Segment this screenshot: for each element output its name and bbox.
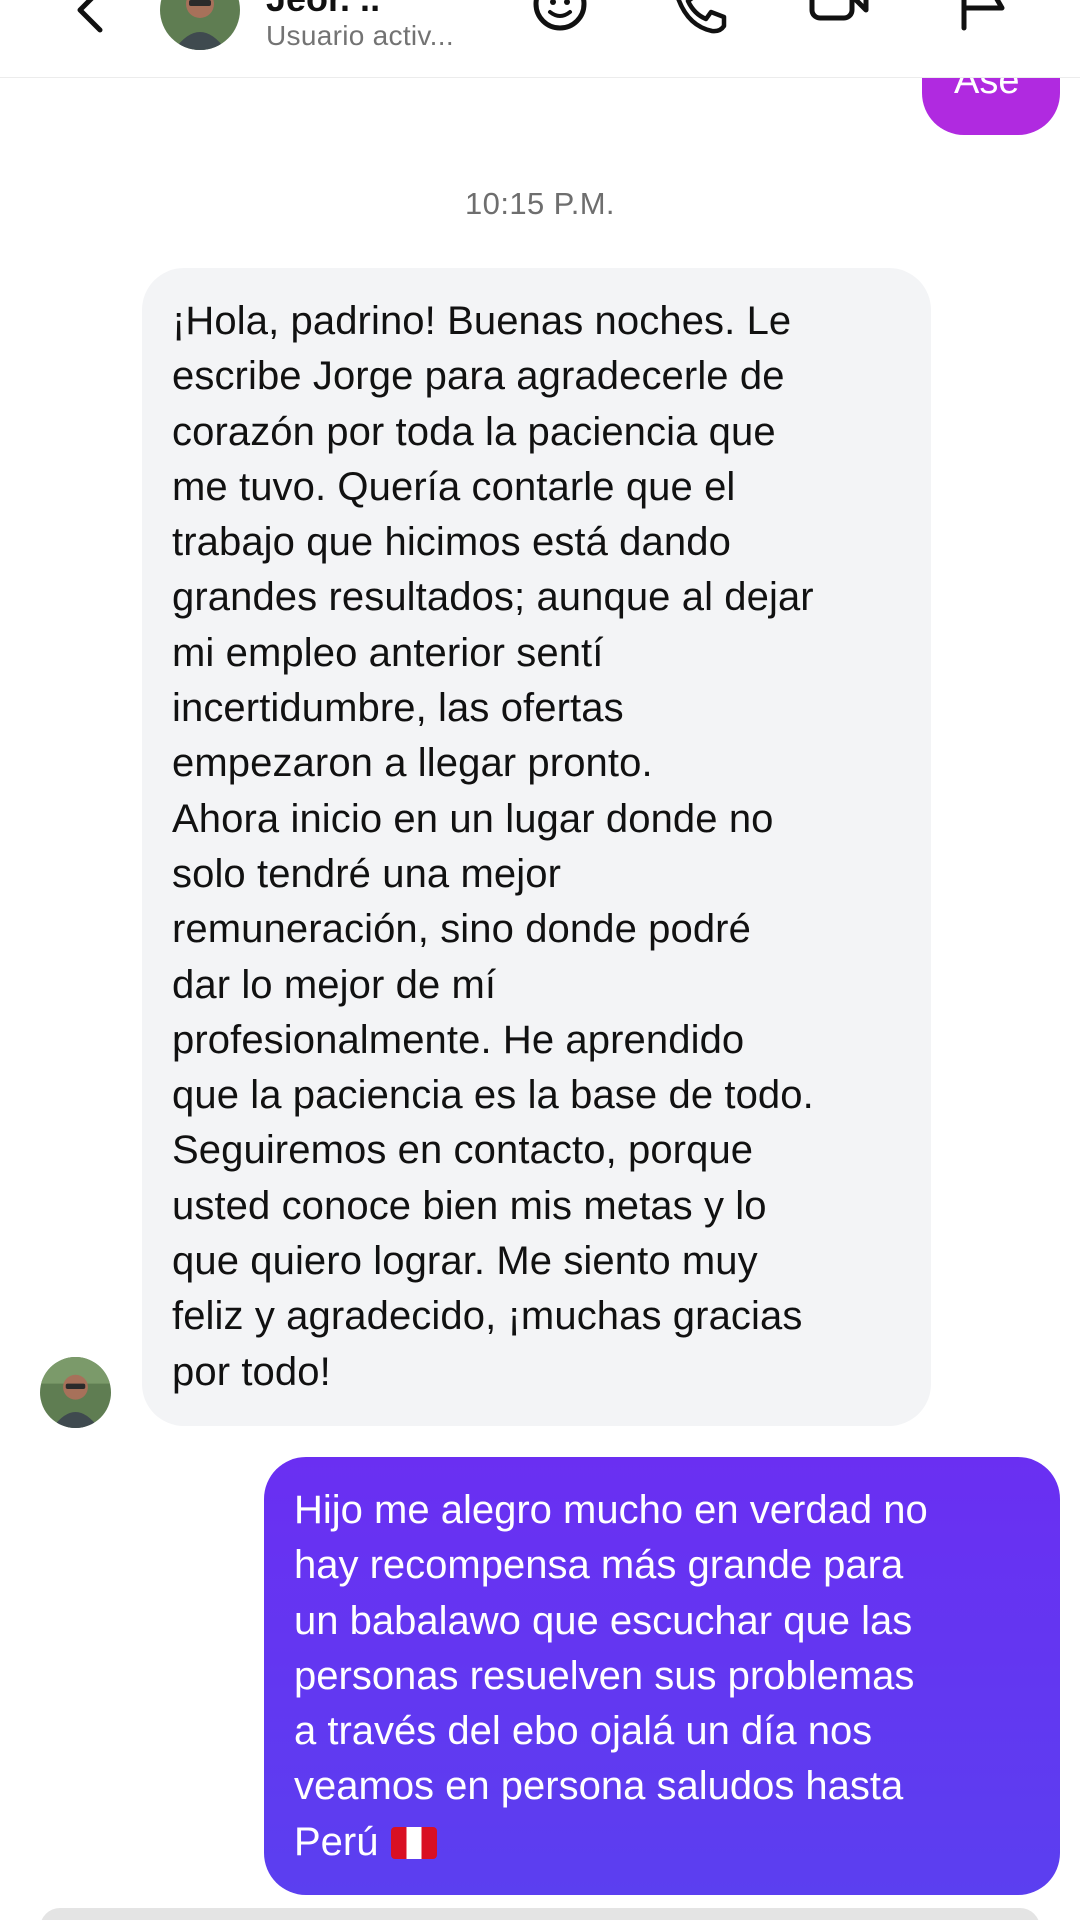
- sticker-face-icon: [533, 0, 587, 31]
- avatar-photo-icon: [40, 1357, 111, 1428]
- sender-avatar[interactable]: [40, 1357, 111, 1428]
- message-composer[interactable]: [40, 1908, 1040, 1920]
- outgoing-message-bubble[interactable]: Hijo me alegro mucho en verdad no hay re…: [264, 1457, 1060, 1895]
- video-call-button[interactable]: [808, 0, 872, 40]
- chat-header: Jeor. .. Usuario activ...: [0, 0, 1080, 78]
- contact-name[interactable]: Jeor. ..: [266, 0, 380, 20]
- outgoing-message-body: Hijo me alegro mucho en verdad no hay re…: [294, 1488, 928, 1864]
- phone-icon: [676, 0, 727, 34]
- report-button[interactable]: [950, 0, 1014, 40]
- video-camera-icon: [809, 0, 869, 21]
- incoming-message-bubble[interactable]: ¡Hola, padrino! Buenas noches. Le escrib…: [142, 268, 931, 1426]
- sticker-button[interactable]: [528, 0, 592, 40]
- message-timestamp: 10:15 P.M.: [465, 186, 615, 221]
- voice-call-button[interactable]: [668, 0, 732, 40]
- back-button[interactable]: [64, 0, 116, 44]
- avatar-photo-icon: [160, 0, 240, 50]
- outgoing-message-text: Hijo me alegro mucho en verdad no hay re…: [294, 1483, 1030, 1870]
- flag-icon: [961, 0, 1005, 31]
- contact-avatar[interactable]: [160, 0, 240, 50]
- peru-flag-icon: [390, 1826, 437, 1859]
- contact-status: Usuario activ...: [266, 20, 454, 51]
- chevron-left-icon: [77, 0, 103, 33]
- incoming-message-text: ¡Hola, padrino! Buenas noches. Le escrib…: [172, 299, 814, 1394]
- chat-screen: Jeor. .. Usuario activ...: [0, 0, 1080, 1920]
